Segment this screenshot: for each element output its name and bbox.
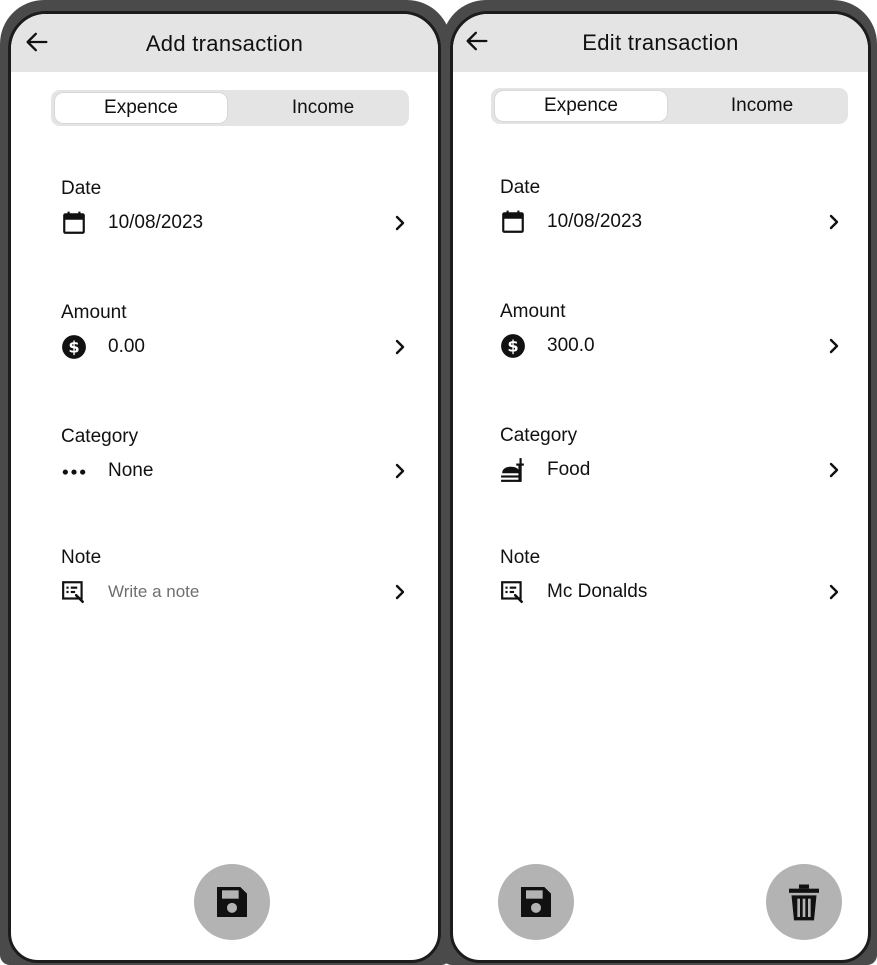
delete-button[interactable] (766, 864, 842, 940)
chevron-right-icon (390, 460, 410, 482)
category-label: Category (61, 426, 139, 447)
date-label: Date (500, 177, 541, 198)
note-edit-icon (61, 579, 87, 605)
note-input[interactable]: Write a note (108, 582, 199, 602)
chevron-right-icon (824, 459, 844, 481)
category-label: Category (500, 425, 578, 446)
category-field: Category Food (500, 425, 844, 495)
save-icon (217, 887, 247, 917)
svg-text:$: $ (68, 337, 79, 356)
device-canvas: Add transaction Expence Income Date 10/0… (0, 0, 877, 965)
date-field: Date 10/08/2023 (61, 178, 410, 248)
save-button[interactable] (498, 864, 574, 940)
note-edit-icon (500, 579, 526, 605)
note-field: Note Write a note (61, 547, 410, 617)
note-row[interactable]: Write a note (61, 577, 410, 607)
amount-value: 0.00 (108, 336, 145, 357)
save-icon (521, 887, 551, 917)
amount-value: 300.0 (547, 335, 595, 356)
date-row[interactable]: 10/08/2023 (500, 207, 844, 237)
type-segmented-control: Expence Income (51, 90, 409, 126)
date-value: 10/08/2023 (547, 211, 643, 232)
amount-field: Amount $ 300.0 (500, 301, 844, 371)
chevron-right-icon (390, 212, 410, 234)
chevron-right-icon (824, 211, 844, 233)
note-row[interactable]: Mc Donalds (500, 577, 844, 607)
amount-row[interactable]: $ 0.00 (61, 332, 410, 362)
date-value: 10/08/2023 (108, 212, 204, 233)
amount-field: Amount $ 0.00 (61, 302, 410, 372)
type-segmented-control: Expence Income (491, 88, 848, 124)
page-title: Edit transaction (582, 30, 739, 55)
tab-expense[interactable]: Expence (495, 91, 667, 121)
svg-text:$: $ (507, 336, 518, 355)
date-label: Date (61, 178, 102, 199)
fastfood-icon (500, 457, 526, 483)
category-field: Category None (61, 426, 410, 496)
dollar-circle-icon: $ (61, 334, 87, 360)
chevron-right-icon (390, 581, 410, 603)
category-value: None (108, 460, 154, 481)
trash-icon (789, 884, 819, 921)
chevron-right-icon (824, 581, 844, 603)
note-value[interactable]: Mc Donalds (547, 581, 647, 603)
edit-transaction-screen: Edit transaction Expence Income Date 10/… (450, 11, 871, 963)
category-row[interactable]: Food (500, 455, 844, 485)
note-field: Note Mc Donalds (500, 547, 844, 617)
app-bar: Add transaction (11, 14, 438, 72)
chevron-right-icon (824, 335, 844, 357)
category-row[interactable]: None (61, 456, 410, 486)
note-label: Note (61, 547, 102, 568)
tab-expense[interactable]: Expence (55, 93, 227, 123)
chevron-right-icon (390, 336, 410, 358)
amount-label: Amount (61, 302, 127, 323)
dollar-circle-icon: $ (500, 333, 526, 359)
add-transaction-screen: Add transaction Expence Income Date 10/0… (8, 11, 441, 963)
date-row[interactable]: 10/08/2023 (61, 208, 410, 238)
save-button[interactable] (194, 864, 270, 940)
amount-row[interactable]: $ 300.0 (500, 331, 844, 361)
more-horizontal-icon (61, 458, 87, 484)
tab-income[interactable]: Income (676, 91, 848, 121)
category-value: Food (547, 459, 591, 480)
page-title: Add transaction (145, 31, 304, 56)
calendar-icon (61, 210, 87, 236)
note-label: Note (500, 547, 541, 568)
calendar-icon (500, 209, 526, 235)
date-field: Date 10/08/2023 (500, 177, 844, 247)
amount-label: Amount (500, 301, 566, 322)
app-bar: Edit transaction (453, 14, 868, 72)
tab-income[interactable]: Income (237, 93, 409, 123)
